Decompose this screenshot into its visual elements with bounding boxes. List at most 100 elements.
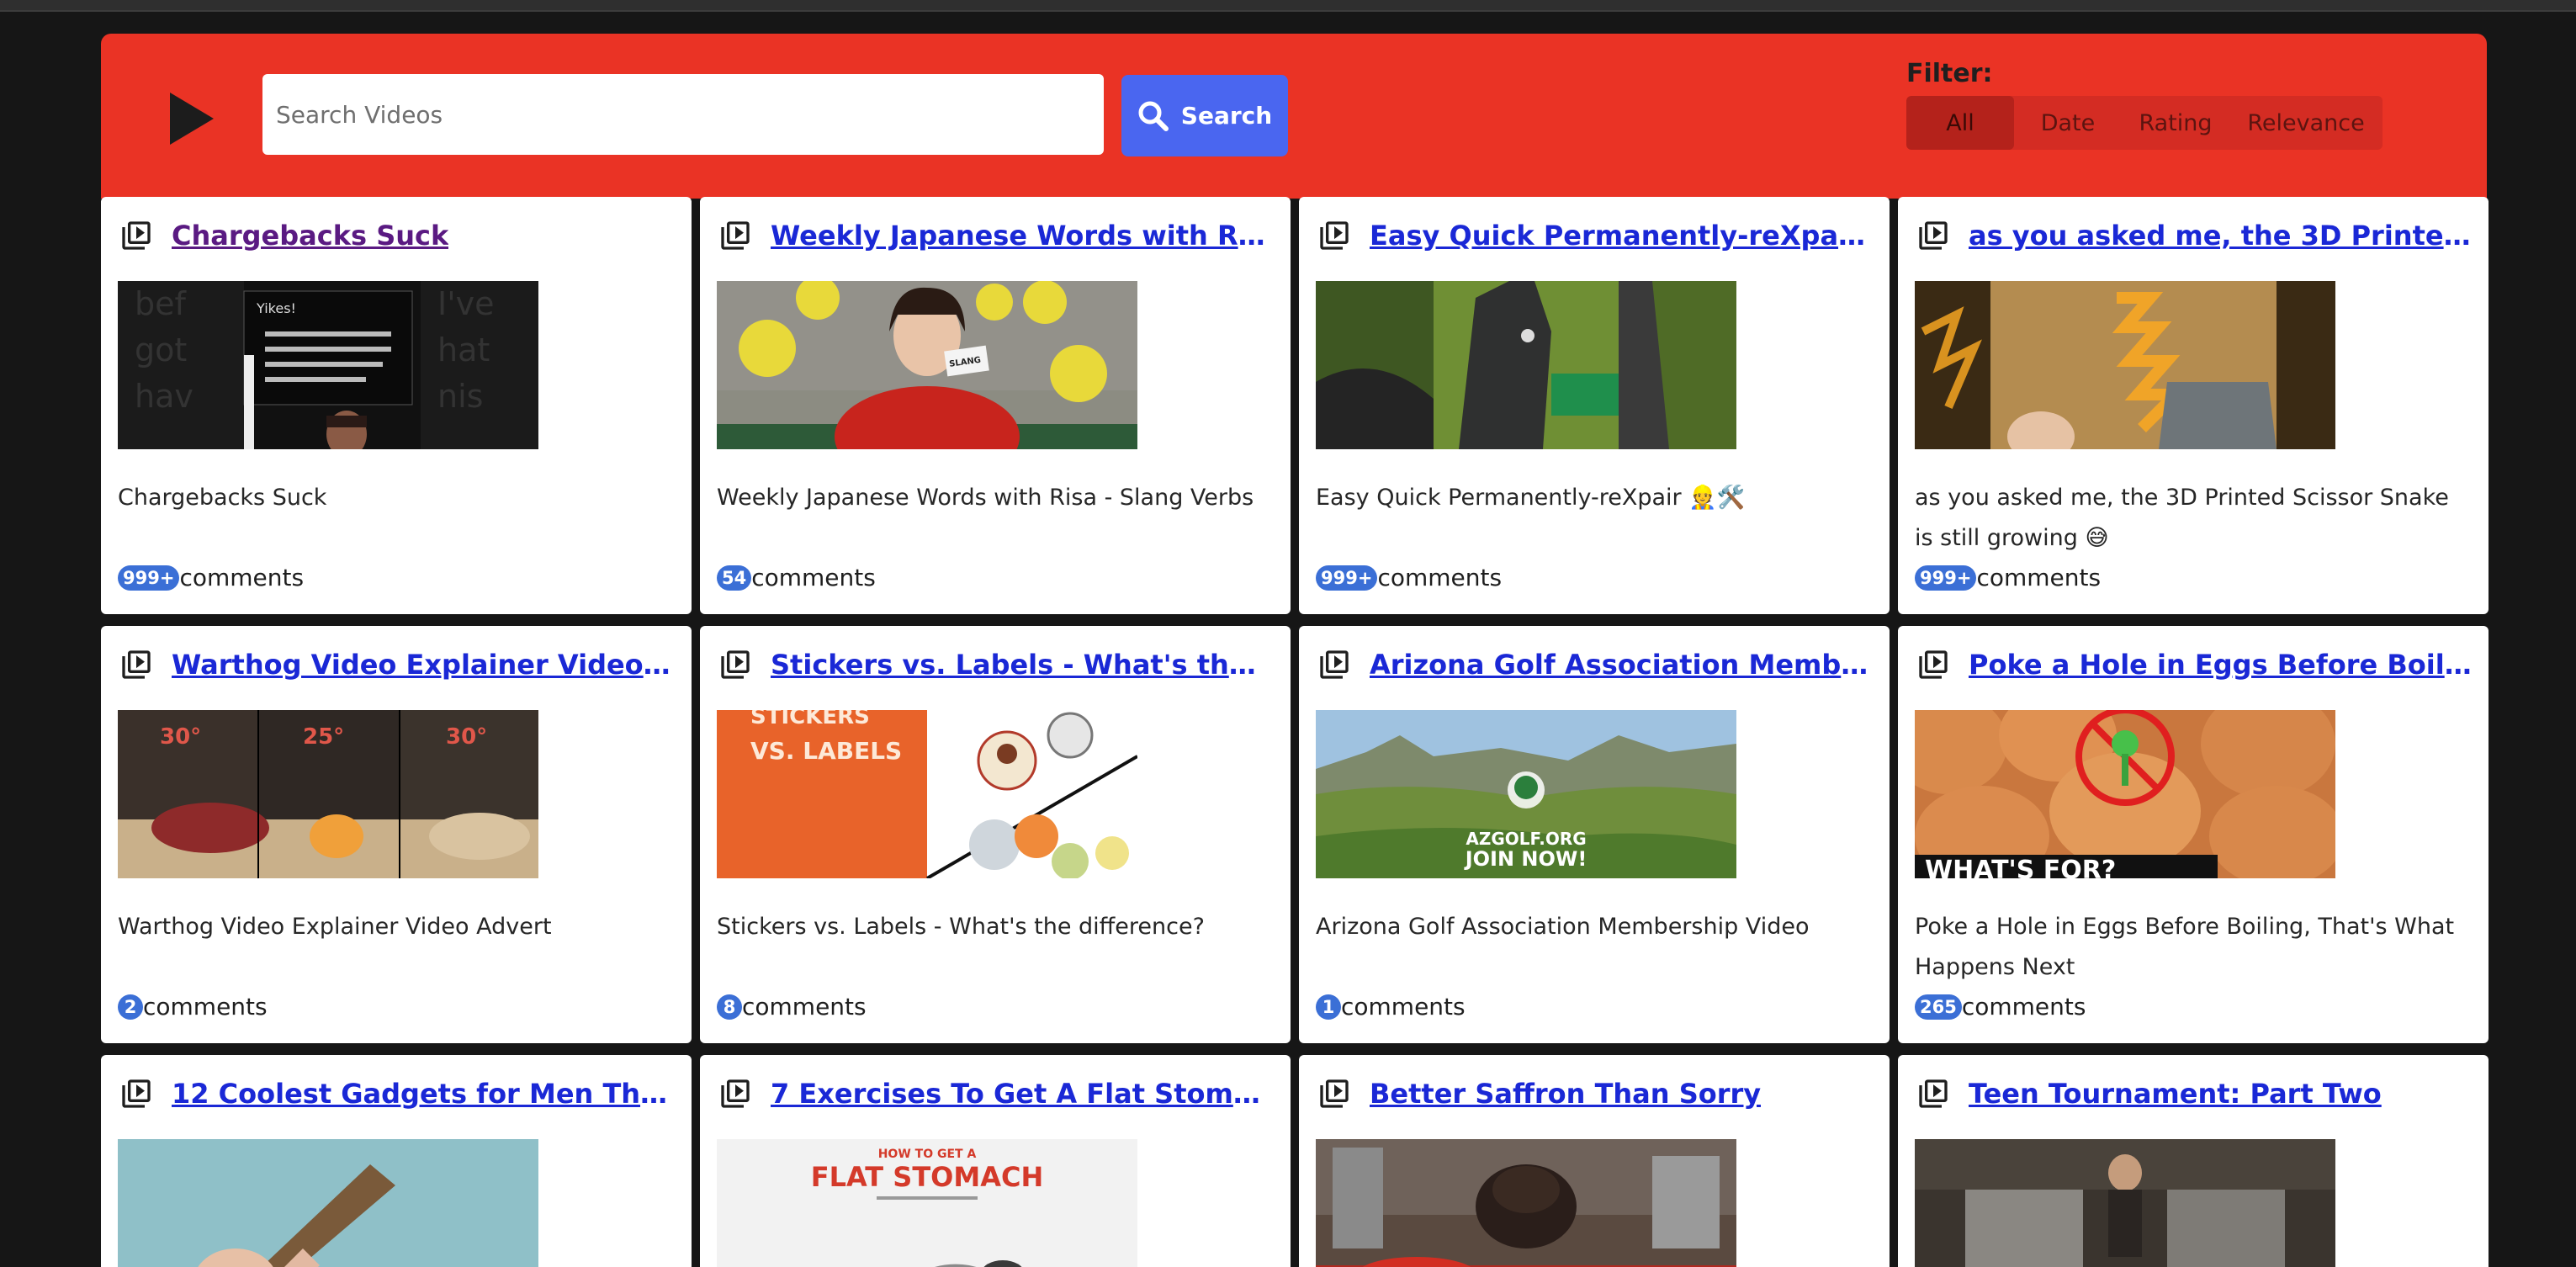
video-thumbnail[interactable]: STICKERS VS. LABELS bbox=[717, 710, 1137, 878]
svg-text:I've: I've bbox=[437, 285, 495, 322]
svg-text:got: got bbox=[135, 331, 187, 368]
playlist-play-icon bbox=[1919, 1079, 1948, 1108]
video-thumbnail[interactable] bbox=[118, 1139, 538, 1267]
playlist-play-icon bbox=[122, 650, 151, 679]
thumbnail-caption: FLAT STOMACH bbox=[811, 1161, 1043, 1193]
comments-count-badge: 265 bbox=[1915, 994, 1962, 1020]
filter-button-group: All Date Rating Relevance bbox=[1906, 96, 2383, 150]
video-description: Arizona Golf Association Membership Vide… bbox=[1316, 914, 1810, 940]
comments-label: comments bbox=[1961, 993, 2086, 1020]
filter-all-button[interactable]: All bbox=[1906, 96, 2014, 150]
play-logo-icon[interactable] bbox=[165, 89, 219, 148]
comments-row: 999+ comments bbox=[1316, 564, 1502, 591]
video-thumbnail[interactable]: 30° 25° 30° bbox=[118, 710, 538, 878]
video-card: Teen Tournament: Part Two bbox=[1898, 1055, 2489, 1267]
card-header: Weekly Japanese Words with Risa - Slang … bbox=[718, 215, 1274, 256]
comments-row: 1 comments bbox=[1316, 993, 1466, 1020]
playlist-play-icon bbox=[721, 650, 750, 679]
video-title-link[interactable]: as you asked me, the 3D Printed Scissor … bbox=[1969, 220, 2472, 252]
app-header: Search Filter: All Date Rating Relevance bbox=[101, 34, 2487, 199]
card-header: Warthog Video Explainer Video Advert bbox=[119, 644, 675, 685]
svg-text:hav: hav bbox=[135, 378, 193, 415]
video-title-link[interactable]: Stickers vs. Labels - What's the differe… bbox=[771, 649, 1274, 681]
thumbnail-temp-label: 30° bbox=[160, 724, 201, 750]
card-header: Stickers vs. Labels - What's the differe… bbox=[718, 644, 1274, 685]
video-card: Chargebacks Suck bef got hav I've hat ni… bbox=[101, 197, 692, 614]
video-title-link[interactable]: Arizona Golf Association Membership Vide… bbox=[1370, 649, 1873, 681]
playlist-play-icon bbox=[721, 1079, 750, 1108]
video-thumbnail[interactable]: SLANG bbox=[717, 281, 1137, 449]
playlist-play-icon bbox=[122, 221, 151, 250]
thumbnail-caption: AZGOLF.ORG bbox=[1466, 829, 1586, 849]
comments-row: 265 comments bbox=[1915, 993, 2086, 1020]
video-description: Stickers vs. Labels - What's the differe… bbox=[717, 914, 1205, 940]
video-card: Weekly Japanese Words with Risa - Slang … bbox=[700, 197, 1291, 614]
video-description: Easy Quick Permanently-reXpair 👷🛠️ bbox=[1316, 485, 1746, 511]
video-card: Poke a Hole in Eggs Before Boiling, That… bbox=[1898, 626, 2489, 1043]
video-title-link[interactable]: 12 Coolest Gadgets for Men That Are Wort… bbox=[172, 1078, 675, 1110]
video-description: Chargebacks Suck bbox=[118, 485, 327, 511]
comments-row: 54 comments bbox=[717, 564, 876, 591]
video-description: Warthog Video Explainer Video Advert bbox=[118, 914, 552, 940]
video-thumbnail[interactable] bbox=[1316, 281, 1736, 449]
video-title-link[interactable]: Easy Quick Permanently-reXpair 👷🛠️ bbox=[1370, 220, 1873, 252]
filter-rating-button[interactable]: Rating bbox=[2122, 96, 2229, 150]
comments-row: 2 comments bbox=[118, 993, 268, 1020]
card-header: Better Saffron Than Sorry bbox=[1317, 1074, 1873, 1114]
search-button-label: Search bbox=[1180, 102, 1273, 130]
comments-count-badge: 999+ bbox=[1316, 565, 1378, 591]
thumbnail-caption: VS. LABELS bbox=[750, 737, 902, 765]
comments-label: comments bbox=[179, 564, 305, 591]
video-card: 12 Coolest Gadgets for Men That Are Wort… bbox=[101, 1055, 692, 1267]
video-card: as you asked me, the 3D Printed Scissor … bbox=[1898, 197, 2489, 614]
video-title-link[interactable]: Warthog Video Explainer Video Advert bbox=[172, 649, 675, 681]
filter-relevance-button[interactable]: Relevance bbox=[2229, 96, 2383, 150]
playlist-play-icon bbox=[1919, 650, 1948, 679]
video-thumbnail[interactable]: HOW TO GET A FLAT STOMACH bbox=[717, 1139, 1137, 1267]
card-header: 12 Coolest Gadgets for Men That Are Wort… bbox=[119, 1074, 675, 1114]
playlist-play-icon bbox=[1320, 1079, 1349, 1108]
comments-row: 999+ comments bbox=[118, 564, 304, 591]
card-header: Arizona Golf Association Membership Vide… bbox=[1317, 644, 1873, 685]
video-card: Better Saffron Than Sorry bbox=[1299, 1055, 1890, 1267]
search-button[interactable]: Search bbox=[1121, 75, 1288, 156]
search-input[interactable] bbox=[262, 74, 1104, 155]
video-title-link[interactable]: Teen Tournament: Part Two bbox=[1969, 1078, 2382, 1110]
video-title-link[interactable]: Poke a Hole in Eggs Before Boiling, That… bbox=[1969, 649, 2472, 681]
video-card: Easy Quick Permanently-reXpair 👷🛠️ Easy … bbox=[1299, 197, 1890, 614]
video-thumbnail[interactable] bbox=[1915, 281, 2335, 449]
video-thumbnail[interactable] bbox=[1915, 1139, 2335, 1267]
thumbnail-caption: HOW TO GET A bbox=[878, 1148, 977, 1161]
thumbnail-temp-label: 25° bbox=[303, 724, 344, 750]
video-thumbnail[interactable]: WHAT'S FOR? bbox=[1915, 710, 2335, 878]
video-title-link[interactable]: Better Saffron Than Sorry bbox=[1370, 1078, 1761, 1110]
svg-text:bef: bef bbox=[135, 285, 188, 322]
card-header: Easy Quick Permanently-reXpair 👷🛠️ bbox=[1317, 215, 1873, 256]
video-card: Stickers vs. Labels - What's the differe… bbox=[700, 626, 1291, 1043]
comments-row: 999+ comments bbox=[1915, 564, 2101, 591]
filter-date-button[interactable]: Date bbox=[2014, 96, 2122, 150]
playlist-play-icon bbox=[1320, 221, 1349, 250]
comments-label: comments bbox=[751, 564, 876, 591]
comments-label: comments bbox=[742, 993, 867, 1020]
video-title-link[interactable]: Chargebacks Suck bbox=[172, 220, 448, 252]
magnifier-icon bbox=[1138, 101, 1169, 131]
video-title-link[interactable]: 7 Exercises To Get A Flat Stomach | Flat… bbox=[771, 1078, 1274, 1110]
thumbnail-caption: JOIN NOW! bbox=[1464, 847, 1587, 871]
video-description: Poke a Hole in Eggs Before Boiling, That… bbox=[1915, 914, 2455, 980]
video-title-link[interactable]: Weekly Japanese Words with Risa - Slang … bbox=[771, 220, 1274, 252]
video-card: Warthog Video Explainer Video Advert 30°… bbox=[101, 626, 692, 1043]
comments-label: comments bbox=[1341, 993, 1466, 1020]
comments-count-badge: 2 bbox=[118, 994, 143, 1020]
comments-label: comments bbox=[143, 993, 268, 1020]
card-header: as you asked me, the 3D Printed Scissor … bbox=[1916, 215, 2472, 256]
card-header: Teen Tournament: Part Two bbox=[1916, 1074, 2472, 1114]
comments-label: comments bbox=[1976, 564, 2102, 591]
comments-count-badge: 54 bbox=[717, 565, 752, 591]
video-thumbnail[interactable]: AZGOLF.ORG JOIN NOW! bbox=[1316, 710, 1736, 878]
video-card: Arizona Golf Association Membership Vide… bbox=[1299, 626, 1890, 1043]
video-thumbnail[interactable] bbox=[1316, 1139, 1736, 1267]
thumbnail-caption: Yikes! bbox=[256, 300, 296, 316]
card-header: 7 Exercises To Get A Flat Stomach | Flat… bbox=[718, 1074, 1274, 1114]
video-thumbnail[interactable]: bef got hav I've hat nis Yikes! bbox=[118, 281, 538, 449]
